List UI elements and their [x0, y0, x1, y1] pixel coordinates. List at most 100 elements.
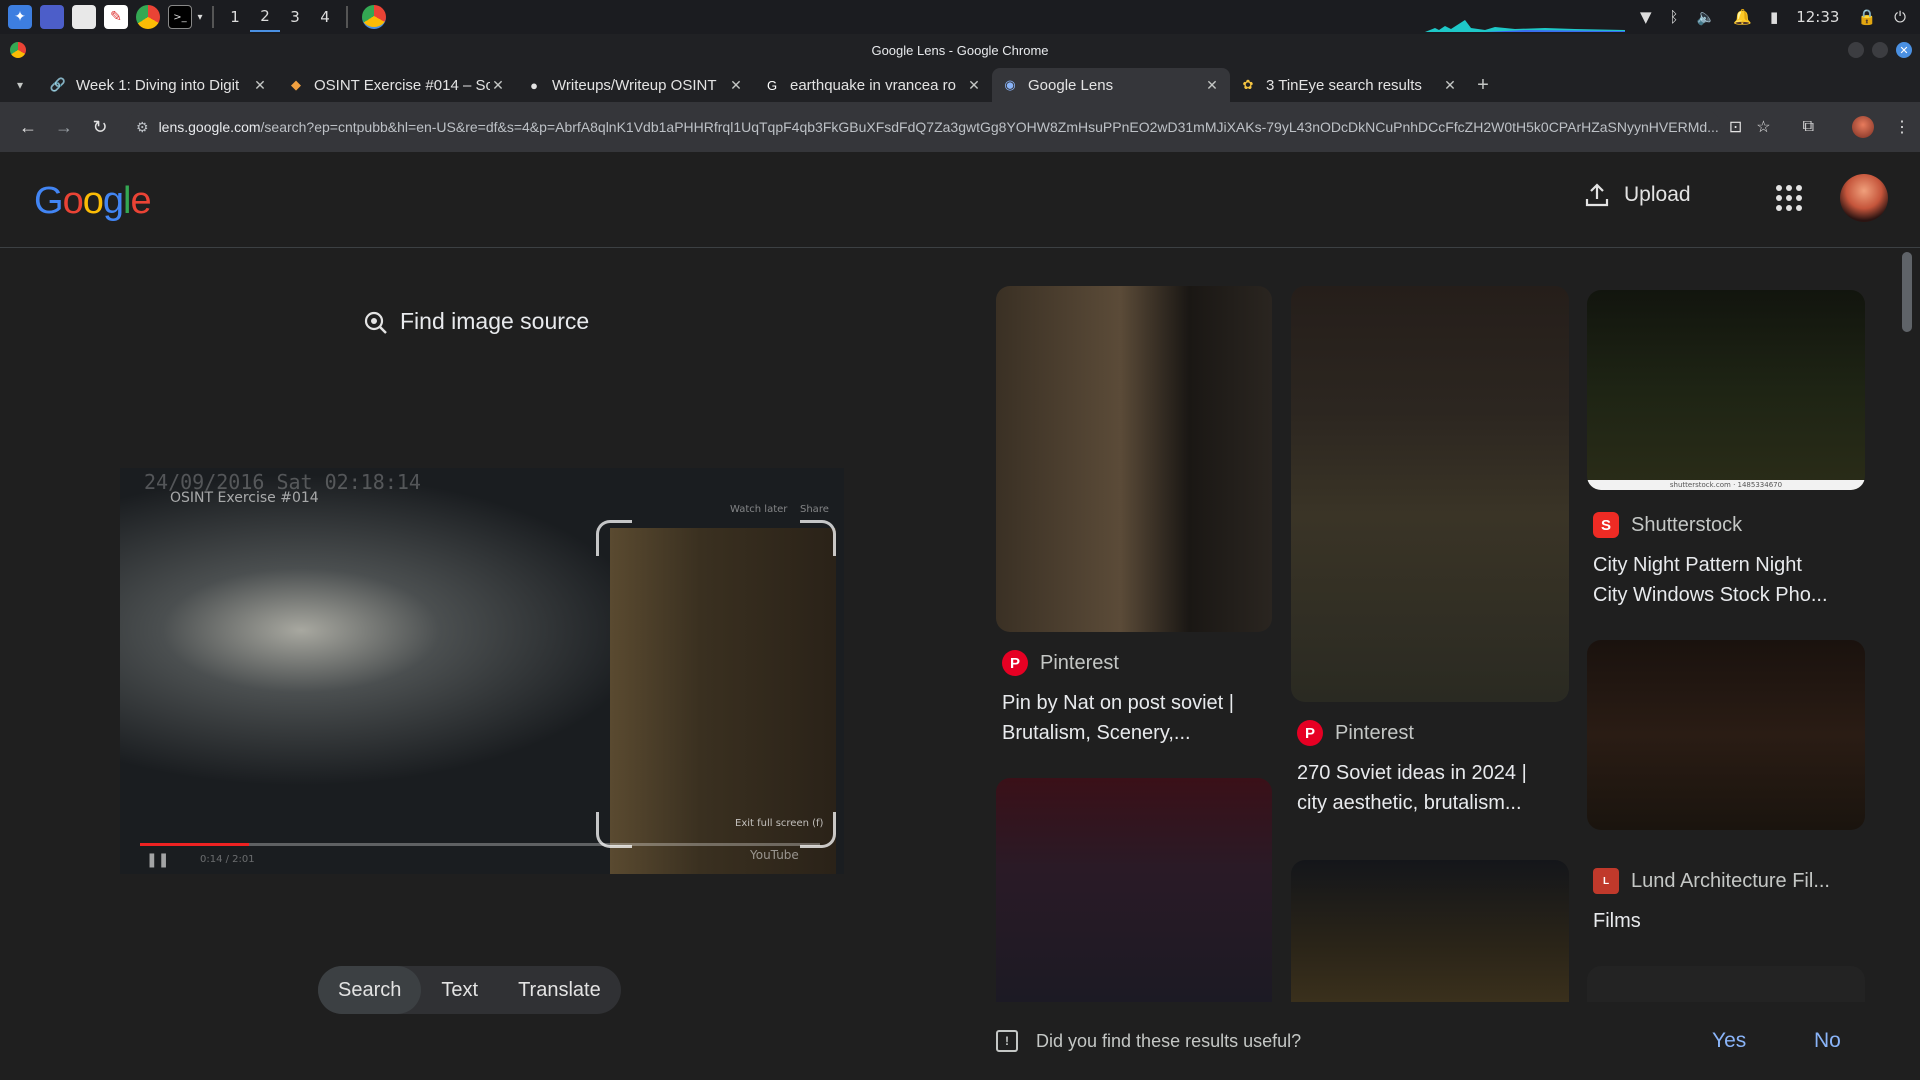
extensions-icon[interactable]: ⧉: [1803, 118, 1814, 136]
tab-tineye[interactable]: ✿ 3 TinEye search results ✕: [1230, 68, 1468, 102]
result-thumbnail-4[interactable]: [1587, 640, 1865, 830]
reload-button[interactable]: ↻: [82, 109, 118, 145]
system-tray: ▼ ᛒ 🔈 🔔 ▮ 12:33 🔒 ⏻: [1640, 0, 1920, 34]
mode-search-button[interactable]: Search: [318, 966, 422, 1014]
google-logo[interactable]: Google: [34, 180, 152, 223]
tab-writeups[interactable]: ● Writeups/Writeup OSINT ✕: [516, 68, 754, 102]
lens-page: Google Upload Find image source 24/09/20…: [0, 152, 1920, 1080]
terminal-icon[interactable]: >_: [168, 5, 192, 29]
result-thumbnail-6[interactable]: [1291, 860, 1569, 1002]
result-title-2[interactable]: 270 Soviet ideas in 2024 | city aestheti…: [1297, 758, 1569, 818]
lock-icon[interactable]: 🔒: [1857, 8, 1876, 26]
google-icon: G: [766, 77, 778, 93]
close-tab-icon[interactable]: ✕: [252, 77, 268, 94]
osint-icon: ◆: [291, 77, 301, 92]
tab-label: Week 1: Diving into Digit: [76, 76, 240, 94]
result-source-name: Pinterest: [1040, 651, 1119, 674]
profile-avatar[interactable]: [1852, 116, 1874, 138]
chrome-launcher-icon[interactable]: [136, 5, 160, 29]
mode-translate-button[interactable]: Translate: [498, 966, 621, 1014]
chevron-down-icon[interactable]: ▾: [194, 5, 206, 29]
upload-button[interactable]: Upload: [1584, 182, 1691, 208]
result-title-3[interactable]: City Night Pattern Night City Windows St…: [1593, 550, 1865, 610]
app-menu-icon[interactable]: ✦: [8, 5, 32, 29]
workspace-1[interactable]: 1: [220, 2, 250, 32]
result-source-3[interactable]: S Shutterstock: [1593, 512, 1742, 538]
close-tab-icon[interactable]: ✕: [1442, 77, 1458, 94]
github-icon: ●: [530, 77, 538, 93]
close-window-button[interactable]: ✕: [1896, 42, 1912, 58]
tab-label: 3 TinEye search results: [1266, 76, 1422, 94]
site-info-icon[interactable]: ⚙: [136, 119, 149, 136]
maximize-button[interactable]: [1872, 42, 1888, 58]
crop-handle-top-left[interactable]: [596, 520, 632, 556]
tab-osint-exercise[interactable]: ◆ OSINT Exercise #014 – So ✕: [278, 68, 516, 102]
result-source-1[interactable]: P Pinterest: [1002, 650, 1119, 676]
bookmark-star-icon[interactable]: ☆: [1756, 117, 1770, 137]
wifi-icon[interactable]: ▼: [1640, 8, 1652, 26]
battery-icon[interactable]: ▮: [1770, 8, 1778, 26]
forward-button[interactable]: →: [46, 109, 82, 145]
tab-search-chevron-icon[interactable]: ▾: [0, 68, 40, 102]
result-title-line: City Night Pattern Night: [1593, 554, 1802, 576]
workspace-2[interactable]: 2: [250, 2, 280, 32]
close-tab-icon[interactable]: ✕: [966, 77, 982, 94]
clock[interactable]: 12:33: [1796, 8, 1839, 26]
result-title-line: Brutalism, Scenery,...: [1002, 722, 1191, 744]
desktop-icon[interactable]: [40, 5, 64, 29]
close-tab-icon[interactable]: ✕: [490, 77, 506, 94]
url-path: /search?ep=cntpubb&hl=en-US&re=df&s=4&p=…: [260, 119, 1719, 135]
find-image-source-button[interactable]: Find image source: [362, 308, 589, 335]
upload-icon: [1585, 183, 1609, 207]
share-label: Share: [800, 504, 829, 515]
address-bar[interactable]: ⚙ lens.google.com/search?ep=cntpubb&hl=e…: [126, 109, 1721, 145]
close-tab-icon[interactable]: ✕: [728, 77, 744, 94]
tab-earthquake[interactable]: G earthquake in vrancea ro ✕: [754, 68, 992, 102]
result-title-4[interactable]: Films: [1593, 906, 1865, 936]
menu-kebab-icon[interactable]: ⋮: [1894, 117, 1910, 137]
chrome-window-icon[interactable]: [362, 5, 386, 29]
result-thumbnail-1[interactable]: [996, 286, 1272, 632]
crop-handle-top-right[interactable]: [800, 520, 836, 556]
minimize-button[interactable]: [1848, 42, 1864, 58]
document-viewer-icon[interactable]: ✎: [104, 5, 128, 29]
install-app-icon[interactable]: ⊡: [1729, 117, 1742, 137]
video-time: 0:14 / 2:01: [200, 854, 255, 865]
result-thumbnail-3[interactable]: shutterstock.com · 1485334670: [1587, 290, 1865, 490]
workspace-4[interactable]: 4: [310, 2, 340, 32]
result-source-name: Pinterest: [1335, 721, 1414, 744]
feedback-icon: !: [996, 1030, 1018, 1052]
feedback-no-button[interactable]: No: [1814, 1029, 1841, 1053]
window-title: Google Lens - Google Chrome: [871, 42, 1049, 58]
close-tab-icon[interactable]: ✕: [1204, 77, 1220, 94]
result-source-2[interactable]: P Pinterest: [1297, 720, 1414, 746]
result-thumbnail-2[interactable]: [1291, 286, 1569, 702]
result-thumbnail-5[interactable]: [996, 778, 1272, 1002]
bluetooth-icon[interactable]: ᛒ: [1670, 8, 1679, 26]
power-icon[interactable]: ⏻: [1894, 8, 1906, 26]
back-button[interactable]: ←: [10, 109, 46, 145]
tab-google-lens[interactable]: ◉ Google Lens ✕: [992, 68, 1230, 102]
results-scrollbar[interactable]: [1900, 248, 1914, 1080]
result-thumbnail-7[interactable]: [1587, 966, 1865, 1002]
exit-fullscreen-label: Exit full screen (f): [735, 818, 824, 829]
google-apps-icon[interactable]: [1776, 185, 1802, 211]
result-title-line: Pin by Nat on post soviet |: [1002, 692, 1234, 714]
tab-week1[interactable]: 🔗 Week 1: Diving into Digit ✕: [40, 68, 278, 102]
account-avatar[interactable]: [1840, 174, 1888, 222]
toolbar-actions: ⊡ ☆ ⧉ ⋮: [1729, 116, 1910, 138]
result-source-4[interactable]: L Lund Architecture Fil...: [1593, 868, 1830, 894]
pinterest-icon: P: [1002, 650, 1028, 676]
result-title-line: city aesthetic, brutalism...: [1297, 792, 1522, 814]
notification-bell-icon[interactable]: 🔔: [1733, 8, 1752, 26]
file-manager-icon[interactable]: [72, 5, 96, 29]
volume-icon[interactable]: 🔈: [1697, 8, 1716, 26]
feedback-yes-button[interactable]: Yes: [1712, 1029, 1746, 1053]
new-tab-button[interactable]: +: [1468, 68, 1498, 102]
lens-header: Google Upload: [0, 152, 1920, 248]
mode-text-button[interactable]: Text: [421, 966, 498, 1014]
watch-later-label: Watch later: [730, 504, 788, 515]
workspace-3[interactable]: 3: [280, 2, 310, 32]
query-image[interactable]: 24/09/2016 Sat 02:18:14 OSINT Exercise #…: [120, 468, 844, 874]
result-title-1[interactable]: Pin by Nat on post soviet | Brutalism, S…: [1002, 688, 1272, 748]
